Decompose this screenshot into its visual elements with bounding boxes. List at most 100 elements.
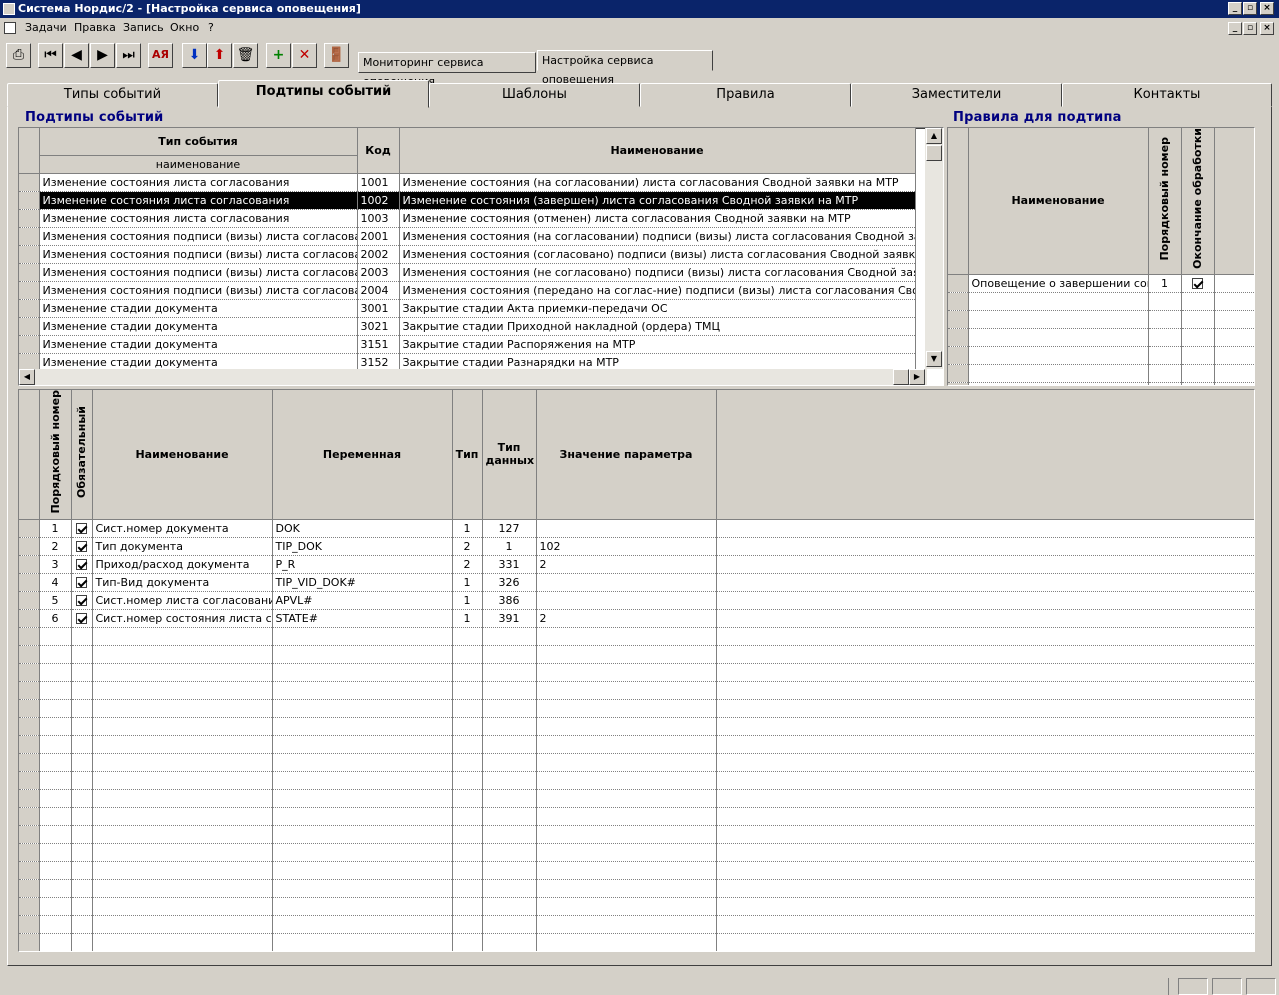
- cell-variable[interactable]: [272, 861, 453, 880]
- cell-type[interactable]: [452, 735, 483, 754]
- cell-required[interactable]: [71, 681, 93, 700]
- params-header-dtype[interactable]: Тип данных: [482, 390, 537, 520]
- cell-variable[interactable]: [272, 897, 453, 916]
- header-name[interactable]: Наименование: [399, 128, 916, 174]
- cell-variable[interactable]: [272, 717, 453, 736]
- table-row[interactable]: [19, 681, 1254, 700]
- table-row[interactable]: [948, 292, 1254, 311]
- cell-dtype[interactable]: [482, 915, 537, 934]
- table-row[interactable]: Изменения состояния подписи (визы) листа…: [19, 245, 916, 264]
- cell-order[interactable]: [39, 627, 72, 646]
- cell-required[interactable]: [71, 879, 93, 898]
- cell-code[interactable]: 1001: [357, 173, 400, 192]
- cell-name[interactable]: Закрытие стадии Акта приемки-передачи ОС: [399, 299, 916, 318]
- rules-header-end[interactable]: Окончание обработки: [1181, 128, 1215, 275]
- cell-param-name[interactable]: [92, 915, 273, 934]
- cell-type[interactable]: [452, 897, 483, 916]
- cell-rule-name[interactable]: [968, 382, 1149, 385]
- print-icon[interactable]: ⎙: [6, 43, 31, 68]
- row-indicator[interactable]: [19, 299, 40, 318]
- params-header-order[interactable]: Порядковый номер: [39, 390, 72, 520]
- table-row[interactable]: Оповещение о завершении соглас1: [948, 274, 1254, 293]
- cell-dtype[interactable]: [482, 645, 537, 664]
- cell-value[interactable]: [536, 627, 717, 646]
- table-row[interactable]: Изменение состояния листа согласования 10…: [19, 191, 916, 210]
- cell-param-name[interactable]: Тип документа: [92, 537, 273, 556]
- table-row[interactable]: Изменения состояния подписи (визы) листа…: [19, 281, 916, 300]
- table-row[interactable]: Изменение стадии документа 3151 Закрытие с…: [19, 335, 916, 354]
- row-indicator[interactable]: [19, 663, 40, 682]
- cell-param-name[interactable]: [92, 843, 273, 862]
- row-indicator[interactable]: [19, 555, 40, 574]
- cell-dtype[interactable]: [482, 843, 537, 862]
- cell-value[interactable]: [536, 879, 717, 898]
- cell-type[interactable]: [452, 807, 483, 826]
- cell-type[interactable]: [452, 681, 483, 700]
- cell-dtype[interactable]: 1: [482, 537, 537, 556]
- row-indicator[interactable]: [19, 245, 40, 264]
- cell-value[interactable]: 2: [536, 609, 717, 628]
- cell-order[interactable]: [39, 681, 72, 700]
- exit-icon[interactable]: 🚪: [324, 43, 349, 68]
- scroll-up-icon[interactable]: ▲: [926, 128, 942, 144]
- cell-required[interactable]: [71, 717, 93, 736]
- cell-rule-name[interactable]: Оповещение о завершении соглас: [968, 274, 1149, 293]
- cell-rule-name[interactable]: [968, 328, 1149, 347]
- cell-dtype[interactable]: 326: [482, 573, 537, 592]
- cell-type[interactable]: [452, 771, 483, 790]
- cell-value[interactable]: [536, 861, 717, 880]
- prev-record-icon[interactable]: ◀: [64, 43, 89, 68]
- cell-param-name[interactable]: [92, 735, 273, 754]
- row-indicator[interactable]: [19, 263, 40, 282]
- row-indicator[interactable]: [19, 627, 40, 646]
- cell-dtype[interactable]: [482, 663, 537, 682]
- table-row[interactable]: [19, 843, 1254, 862]
- tab-event-types[interactable]: Типы событий: [7, 83, 218, 107]
- row-indicator[interactable]: [19, 897, 40, 916]
- cell-required[interactable]: [71, 825, 93, 844]
- cell-variable[interactable]: [272, 699, 453, 718]
- cell-type[interactable]: [452, 663, 483, 682]
- cell-type[interactable]: [452, 879, 483, 898]
- cell-required[interactable]: [71, 843, 93, 862]
- cell-param-name[interactable]: [92, 861, 273, 880]
- cell-variable[interactable]: TIP_DOK: [272, 537, 453, 556]
- params-header-type[interactable]: Тип: [452, 390, 483, 520]
- cell-variable[interactable]: [272, 789, 453, 808]
- cell-param-name[interactable]: [92, 753, 273, 772]
- cell-required[interactable]: [71, 933, 93, 951]
- cell-dtype[interactable]: [482, 771, 537, 790]
- cell-rule-end[interactable]: [1181, 310, 1215, 329]
- cell-code[interactable]: 1002: [357, 191, 400, 210]
- cell-event-type[interactable]: Изменения состояния подписи (визы) листа…: [39, 281, 358, 300]
- cell-variable[interactable]: DOK: [272, 519, 453, 538]
- required-checkbox[interactable]: [76, 595, 87, 607]
- cell-code[interactable]: 3001: [357, 299, 400, 318]
- menu-edit[interactable]: Правка: [74, 19, 116, 37]
- cell-order[interactable]: [39, 825, 72, 844]
- cell-dtype[interactable]: [482, 627, 537, 646]
- cell-variable[interactable]: [272, 825, 453, 844]
- cell-dtype[interactable]: [482, 825, 537, 844]
- table-row[interactable]: [19, 771, 1254, 790]
- params-header-required[interactable]: Обязательный: [71, 390, 93, 520]
- cell-dtype[interactable]: [482, 897, 537, 916]
- cell-type[interactable]: [452, 627, 483, 646]
- cell-rule-end[interactable]: [1181, 346, 1215, 365]
- cell-type[interactable]: 1: [452, 591, 483, 610]
- cell-dtype[interactable]: [482, 933, 537, 951]
- tab-templates[interactable]: Шаблоны: [429, 83, 640, 107]
- cell-rule-name[interactable]: [968, 364, 1149, 383]
- cell-type[interactable]: 2: [452, 537, 483, 556]
- cell-rule-order[interactable]: [1148, 364, 1182, 383]
- cell-name[interactable]: Изменения состояния (не согласовано) под…: [399, 263, 916, 282]
- rules-header-order[interactable]: Порядковый номер: [1148, 128, 1182, 275]
- table-row[interactable]: [19, 879, 1254, 898]
- required-checkbox[interactable]: [76, 577, 87, 589]
- row-indicator[interactable]: [19, 771, 40, 790]
- cell-order[interactable]: [39, 879, 72, 898]
- cell-order[interactable]: [39, 663, 72, 682]
- cell-param-name[interactable]: Тип-Вид документа: [92, 573, 273, 592]
- cell-param-name[interactable]: [92, 897, 273, 916]
- table-row[interactable]: Изменение состояния листа согласования 10…: [19, 209, 916, 228]
